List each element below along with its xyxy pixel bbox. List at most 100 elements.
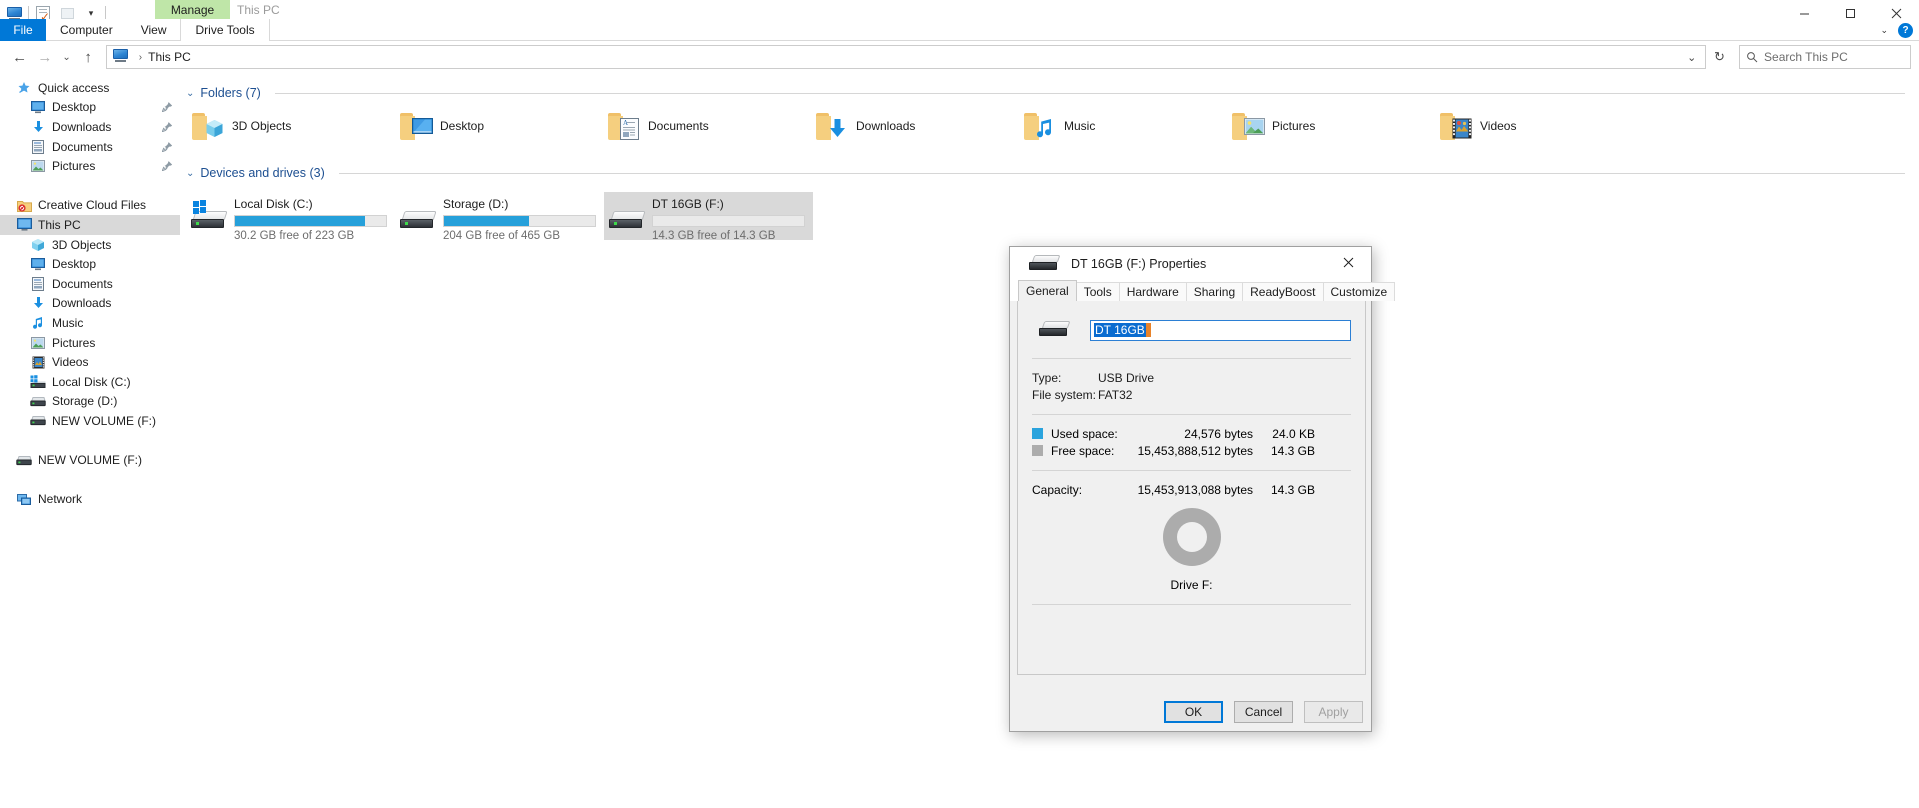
usb-drive-icon: [608, 205, 646, 235]
sidebar-item-pictures[interactable]: Pictures: [0, 156, 180, 176]
collapse-ribbon-chevron-icon[interactable]: ⌄: [1880, 25, 1888, 36]
pin-icon[interactable]: [162, 141, 172, 152]
address-bar: ← → ⌄ ↑ › This PC ⌄ ↻ Search This PC: [0, 42, 1919, 72]
folder-item[interactable]: Pictures: [1226, 110, 1434, 156]
sidebar-item-downloads[interactable]: Downloads: [0, 294, 180, 314]
folder-item[interactable]: Music: [1018, 110, 1226, 156]
pin-icon[interactable]: [162, 122, 172, 132]
sidebar-item-network[interactable]: Network: [0, 489, 180, 509]
sidebar-item-label: NEW VOLUME (F:): [38, 453, 142, 468]
back-button[interactable]: ←: [8, 44, 31, 70]
sidebar-item-pictures[interactable]: Pictures: [0, 333, 180, 353]
sidebar-item-local-disk-c[interactable]: Local Disk (C:): [0, 372, 180, 392]
desktop-icon: [30, 256, 46, 272]
drive-capacity-bar-fill: [444, 216, 529, 226]
sidebar-item-3d-objects[interactable]: 3D Objects: [0, 235, 180, 255]
apply-button: Apply: [1304, 701, 1363, 723]
capacity-label: Capacity:: [1032, 482, 1083, 497]
folder-item[interactable]: A Documents: [602, 110, 810, 156]
tab-computer[interactable]: Computer: [46, 19, 127, 41]
search-input[interactable]: Search This PC: [1764, 50, 1848, 64]
tab-view[interactable]: View: [127, 19, 181, 41]
group-header-drives[interactable]: ⌄ Devices and drives (3): [180, 162, 1919, 184]
free-space-human: 14.3 GB: [1270, 443, 1315, 458]
search-box[interactable]: Search This PC: [1739, 45, 1912, 69]
capacity-bytes: 15,453,913,088 bytes: [1137, 482, 1253, 497]
folder-label: Videos: [1480, 119, 1517, 133]
dialog-title: DT 16GB (F:) Properties: [1071, 256, 1207, 271]
folder-downloads-icon: [816, 112, 848, 140]
sidebar-item-desktop[interactable]: Desktop: [0, 254, 180, 274]
cancel-button[interactable]: Cancel: [1234, 701, 1293, 723]
tab-drive-tools[interactable]: Drive Tools: [180, 19, 270, 41]
sidebar-item-desktop[interactable]: Desktop: [0, 98, 180, 118]
dialog-close-button[interactable]: [1326, 247, 1371, 277]
folder-item[interactable]: Downloads: [810, 110, 1018, 156]
ok-button[interactable]: OK: [1164, 701, 1223, 723]
tab-file[interactable]: File: [0, 19, 46, 41]
videos-icon: [30, 354, 46, 370]
dialog-tab-strip[interactable]: General Tools Hardware Sharing ReadyBoost Cus…: [1010, 280, 1396, 301]
navigation-pane[interactable]: Quick access Desktop Downloads Documents Pic…: [0, 78, 180, 808]
sidebar-item-label: Documents: [52, 139, 113, 154]
sidebar-item-label: Network: [38, 492, 83, 507]
drive-free-space-text: 14.3 GB free of 14.3 GB: [652, 230, 776, 242]
folder-item[interactable]: Videos: [1434, 110, 1642, 156]
help-icon[interactable]: ?: [1898, 22, 1913, 38]
dialog-usb-drive-icon: [1022, 254, 1062, 273]
sidebar-item-videos[interactable]: Videos: [0, 352, 180, 372]
used-space-human: 24.0 KB: [1272, 426, 1315, 441]
dialog-tab-general[interactable]: General: [1018, 280, 1077, 301]
window-title: This PC: [237, 2, 280, 17]
drive-free-space-text: 30.2 GB free of 223 GB: [234, 230, 355, 242]
field-file-system-value: FAT32: [1098, 387, 1133, 402]
dialog-tab-readyboost[interactable]: ReadyBoost: [1242, 282, 1324, 301]
sidebar-item-this-pc[interactable]: This PC: [0, 215, 180, 235]
folders-group-chevron-icon[interactable]: ⌄: [186, 88, 194, 99]
breadcrumb-separator: ›: [138, 51, 143, 63]
sidebar-item-new-volume-f[interactable]: NEW VOLUME (F:): [0, 411, 180, 431]
pin-icon[interactable]: [162, 161, 172, 172]
dialog-tab-customize[interactable]: Customize: [1322, 282, 1396, 301]
drive-icon: [30, 393, 46, 409]
field-type: Type: USB Drive: [1032, 369, 1351, 386]
dialog-tab-sharing[interactable]: Sharing: [1185, 282, 1244, 301]
local-disk-icon: [30, 374, 46, 390]
folder-item[interactable]: Desktop: [394, 110, 602, 156]
volume-name-input[interactable]: DT 16GB: [1090, 319, 1351, 341]
breadcrumb[interactable]: › This PC ⌄: [105, 45, 1706, 69]
sidebar-item-label: Desktop: [52, 257, 97, 272]
sidebar-item-music[interactable]: Music: [0, 313, 180, 333]
dialog-tab-tools[interactable]: Tools: [1075, 282, 1120, 301]
drive-item[interactable]: Local Disk (C:) 30.2 GB free of 223 GB: [186, 192, 395, 242]
free-space-row: Free space: 15,453,888,512 bytes 14.3 GB: [1032, 442, 1351, 459]
sidebar-item-new-volume-f[interactable]: NEW VOLUME (F:): [0, 450, 180, 470]
pin-icon[interactable]: [162, 102, 172, 113]
sidebar-item-creative-cloud-files[interactable]: Creative Cloud Files: [0, 196, 180, 216]
sidebar-item-storage-d[interactable]: Storage (D:): [0, 392, 180, 412]
contextual-tab-group-manage[interactable]: Manage: [155, 0, 230, 19]
dialog-tab-hardware[interactable]: Hardware: [1118, 282, 1187, 301]
drive-item[interactable]: DT 16GB (F:) 14.3 GB free of 14.3 GB: [604, 192, 813, 242]
group-header-folders[interactable]: ⌄ Folders (7): [180, 82, 1919, 104]
up-button[interactable]: ↑: [77, 44, 100, 70]
drive-properties-dialog[interactable]: DT 16GB (F:) Properties General Tools Hard…: [1009, 246, 1396, 732]
sidebar-item-documents[interactable]: Documents: [0, 137, 180, 157]
drive-item[interactable]: Storage (D:) 204 GB free of 465 GB: [395, 192, 604, 242]
folder-item[interactable]: 3D Objects: [186, 110, 394, 156]
sidebar-item-documents[interactable]: Documents: [0, 274, 180, 294]
forward-button[interactable]: →: [33, 44, 56, 70]
qat-divider-2: [105, 6, 106, 20]
drives-group-chevron-icon[interactable]: ⌄: [186, 168, 194, 179]
breadcrumb-item-this-pc[interactable]: This PC: [148, 50, 191, 64]
field-file-system-label: File system:: [1032, 387, 1097, 402]
folder-label: Desktop: [440, 119, 485, 133]
refresh-button[interactable]: ↻: [1708, 44, 1731, 70]
address-dropdown-chevron-icon[interactable]: ⌄: [1679, 46, 1705, 68]
recent-locations-chevron-icon[interactable]: ⌄: [58, 44, 74, 70]
capacity-human: 14.3 GB: [1270, 482, 1315, 497]
sidebar-item-downloads[interactable]: Downloads: [0, 117, 180, 137]
free-space-bytes: 15,453,888,512 bytes: [1137, 443, 1253, 458]
sidebar-item-quick-access[interactable]: Quick access: [0, 78, 180, 98]
drive-name: Storage (D:): [443, 197, 509, 211]
